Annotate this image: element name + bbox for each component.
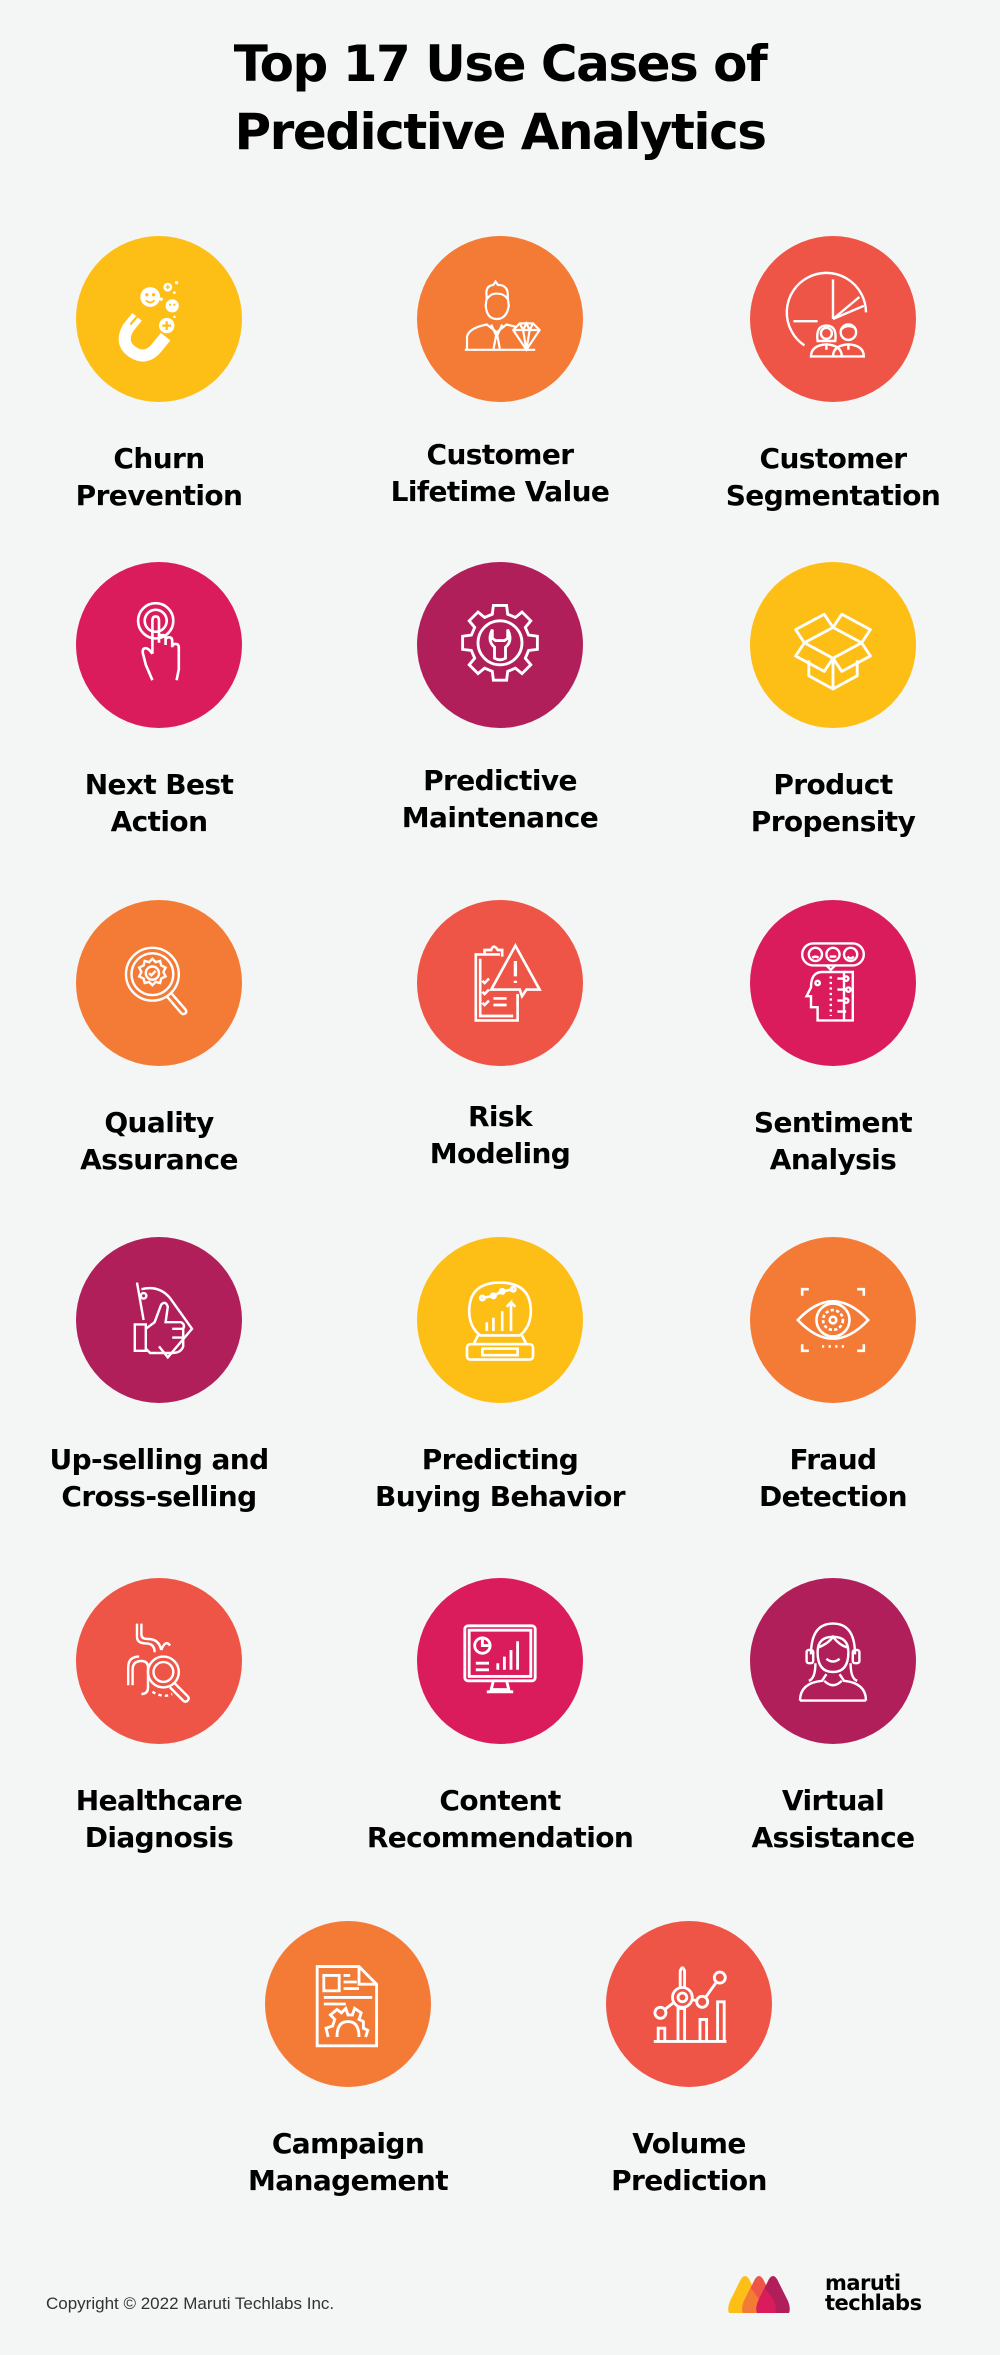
head-emotions-icon <box>800 942 866 1022</box>
use-case-content-recommendation: Content Recommendation <box>350 1578 650 1856</box>
bar-line-chart-icon <box>653 1966 727 2043</box>
use-case-virtual-assistance: Virtual Assistance <box>683 1578 983 1856</box>
use-case-fraud-detection: Fraud Detection <box>683 1237 983 1515</box>
use-case-campaign-management: Campaign Management <box>198 1921 498 2199</box>
use-case-label: Risk Modeling <box>429 1100 571 1170</box>
tap-finger-icon <box>136 601 181 681</box>
magnet-smiley-icon <box>118 281 179 362</box>
use-case-healthcare-diagnosis: Healthcare Diagnosis <box>9 1578 309 1856</box>
use-case-label: Churn Prevention <box>75 442 243 512</box>
use-case-label: Content Recommendation <box>366 1784 634 1854</box>
crystal-ball-chart-icon <box>465 1281 535 1361</box>
icon-circle <box>76 1578 242 1744</box>
use-case-volume-prediction: Volume Prediction <box>539 1921 839 2199</box>
use-case-label: Predictive Maintenance <box>401 764 599 834</box>
icon-circle <box>76 900 242 1066</box>
use-case-quality-assurance: Quality Assurance <box>9 900 309 1178</box>
maruti-techlabs-logo[interactable]: maruti techlabs <box>727 2271 922 2315</box>
icon-circle <box>265 1921 431 2087</box>
pie-chart-people-icon <box>785 271 868 358</box>
use-case-label: Fraud Detection <box>759 1443 908 1513</box>
stomach-magnifier-icon <box>126 1623 190 1703</box>
icon-circle <box>76 236 242 402</box>
use-case-label: Campaign Management <box>247 2127 449 2197</box>
magnifier-badge-icon <box>124 946 188 1016</box>
use-case-risk-modeling: Risk Modeling <box>350 900 650 1172</box>
clipboard-warning-icon <box>474 942 542 1022</box>
use-case-customer-segmentation: Customer Segmentation <box>683 236 983 514</box>
use-case-label: Next Best Action <box>84 768 234 838</box>
page-title: Top 17 Use Cases of Predictive Analytics <box>0 30 1000 166</box>
use-case-label: Virtual Assistance <box>751 1784 915 1854</box>
use-case-label: Healthcare Diagnosis <box>75 1784 243 1854</box>
icon-circle <box>750 236 916 402</box>
use-case-label: Product Propensity <box>750 768 916 838</box>
use-case-predictive-maintenance: Predictive Maintenance <box>350 562 650 836</box>
use-case-next-best-action: Next Best Action <box>9 562 309 840</box>
use-case-label: Customer Segmentation <box>725 442 941 512</box>
use-case-label: Up-selling and Cross-selling <box>49 1443 269 1513</box>
icon-circle <box>750 900 916 1066</box>
use-case-label: Volume Prediction <box>611 2127 767 2197</box>
use-case-label: Predicting Buying Behavior <box>375 1443 626 1513</box>
icon-circle <box>417 1578 583 1744</box>
person-diamond-icon <box>464 279 542 352</box>
icon-circle <box>76 562 242 728</box>
use-case-customer-lifetime-value: Customer Lifetime Value <box>350 236 650 510</box>
icon-circle <box>606 1921 772 2087</box>
copyright-text: Copyright © 2022 Maruti Techlabs Inc. <box>46 2294 335 2313</box>
logo-mark-icon <box>728 2276 790 2313</box>
logo-text: maruti techlabs <box>825 2271 922 2315</box>
thumbs-up-tag-icon <box>133 1282 194 1360</box>
use-case-product-propensity: Product Propensity <box>683 562 983 840</box>
use-case-upselling-cross-selling: Up-selling and Cross-selling <box>9 1237 309 1515</box>
use-case-label: Customer Lifetime Value <box>390 438 610 508</box>
use-case-churn-prevention: Churn Prevention <box>9 236 309 514</box>
use-case-predicting-buying-behavior: Predicting Buying Behavior <box>350 1237 650 1515</box>
title-line-1: Top 17 Use Cases of <box>233 35 768 93</box>
icon-circle <box>417 900 583 1066</box>
monitor-chart-icon <box>463 1624 537 1694</box>
icon-circle <box>76 1237 242 1403</box>
icon-circle <box>750 562 916 728</box>
gear-wrench-icon <box>461 603 539 682</box>
icon-circle <box>417 562 583 728</box>
icon-circle <box>750 1237 916 1403</box>
open-box-icon <box>794 612 872 691</box>
eye-scan-icon <box>795 1287 871 1353</box>
icon-circle <box>417 236 583 402</box>
use-case-sentiment-analysis: Sentiment Analysis <box>683 900 983 1178</box>
icon-circle <box>750 1578 916 1744</box>
headset-agent-icon <box>798 1622 868 1702</box>
use-case-label: Quality Assurance <box>80 1106 238 1176</box>
document-gear-icon <box>315 1965 379 2048</box>
title-line-2: Predictive Analytics <box>234 103 767 161</box>
icon-circle <box>417 1237 583 1403</box>
use-case-label: Sentiment Analysis <box>753 1106 913 1176</box>
